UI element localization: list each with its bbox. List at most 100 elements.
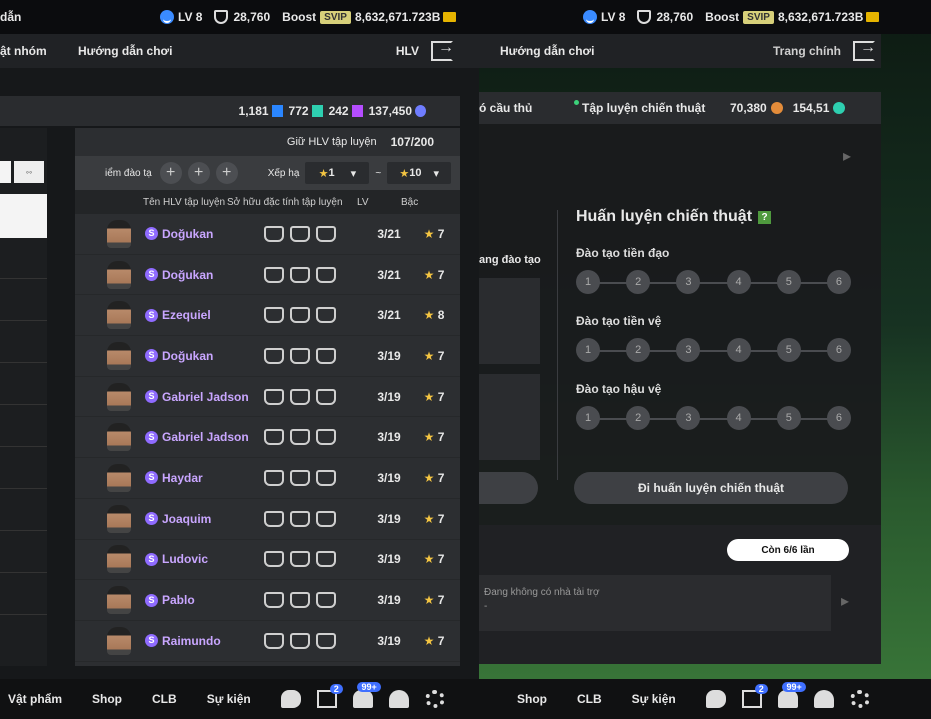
boost-stat[interactable]: Boost SVIP 8,632,671.723B bbox=[282, 10, 457, 24]
table-row[interactable]: S Pablo 3/19 ★ 7 bbox=[75, 580, 460, 621]
nav-shop[interactable]: Shop bbox=[92, 692, 122, 706]
add-filter-button[interactable]: + bbox=[187, 162, 210, 184]
table-row[interactable]: S Gabriel Jadson 3/19 ★ 7 bbox=[75, 377, 460, 418]
table-row[interactable]: S Doğukan 3/21 ★ 7 bbox=[75, 255, 460, 296]
chat-icon[interactable] bbox=[280, 690, 301, 708]
training-step[interactable]: 4 bbox=[726, 338, 751, 362]
rank-to-dropdown[interactable]: ★ 10 ▾ bbox=[387, 162, 452, 184]
table-row[interactable]: S Ezequiel 3/21 ★ 8 bbox=[75, 295, 460, 337]
training-step[interactable]: 1 bbox=[576, 338, 600, 362]
coach-avatar bbox=[107, 423, 131, 452]
tab-tactics[interactable]: Tập luyện chiến thuật bbox=[582, 101, 730, 115]
training-step[interactable]: 3 bbox=[676, 270, 701, 294]
nav-club[interactable]: CLB bbox=[577, 692, 602, 706]
tab-players[interactable]: ó cầu thủ bbox=[479, 101, 574, 115]
coach-name: Joaquim bbox=[162, 511, 212, 526]
level-icon bbox=[583, 10, 597, 24]
training-step[interactable]: 4 bbox=[726, 270, 751, 294]
training-step[interactable]: 5 bbox=[776, 406, 801, 430]
training-step[interactable]: 6 bbox=[826, 338, 851, 362]
profile-icon[interactable] bbox=[388, 690, 409, 708]
right-screen: LV 8 28,760 Boost SVIP 8,632,671.723B Hướn… bbox=[479, 0, 931, 719]
nav-shop[interactable]: Shop bbox=[517, 692, 547, 706]
training-step[interactable]: 2 bbox=[626, 406, 651, 430]
player-slot[interactable] bbox=[479, 374, 540, 460]
trait-icon bbox=[290, 429, 310, 446]
home-icon[interactable]: 2 bbox=[316, 684, 343, 708]
training-step[interactable]: 2 bbox=[626, 270, 651, 294]
table-row[interactable]: S Ludovic 3/19 ★ 7 bbox=[75, 540, 460, 581]
home-icon[interactable]: 2 bbox=[741, 684, 768, 708]
training-step[interactable]: 2 bbox=[626, 338, 651, 362]
training-step[interactable]: 5 bbox=[776, 338, 801, 362]
training-step[interactable]: 3 bbox=[676, 338, 701, 362]
nav-guide-tab[interactable]: Hướng dẫn chơi bbox=[78, 44, 172, 58]
coach-avatar bbox=[107, 586, 131, 615]
chat-icon[interactable] bbox=[705, 690, 726, 708]
profile-icon[interactable] bbox=[813, 690, 834, 708]
nav-home-tab[interactable]: Trang chính bbox=[773, 44, 841, 58]
go-training-button[interactable]: Đi huấn luyện chiến thuật bbox=[574, 472, 848, 504]
bell-icon[interactable]: 99+ bbox=[777, 682, 806, 708]
player-slot[interactable] bbox=[479, 278, 540, 364]
coach-level: 3/21 bbox=[377, 267, 401, 282]
filter-bar: iểm đào tạ + + + Xếp hạ ★ 1 ▾ ~ ★ 10 ▾ bbox=[75, 156, 460, 190]
table-row[interactable]: S Joaquim 3/19 ★ 7 bbox=[75, 499, 460, 540]
coach-rank: ★ 7 bbox=[423, 511, 445, 526]
nav-events[interactable]: Sự kiện bbox=[207, 692, 251, 706]
tactical-training: Huấn luyện chiến thuật? Đào tạo tiền đạo… bbox=[576, 208, 856, 430]
bell-icon[interactable]: 99+ bbox=[352, 682, 381, 708]
side-input[interactable] bbox=[0, 161, 11, 183]
remaining-count-button[interactable]: Còn 6/6 lần bbox=[727, 539, 849, 561]
training-step[interactable]: 1 bbox=[576, 406, 600, 430]
add-filter-button[interactable]: + bbox=[215, 162, 238, 184]
training-step[interactable]: 3 bbox=[676, 406, 701, 430]
table-row[interactable]: S Doğukan 3/21 ★ 7 bbox=[75, 214, 460, 255]
training-step[interactable]: 6 bbox=[826, 270, 851, 294]
side-toggle-icon[interactable]: ◦◦ bbox=[14, 161, 44, 183]
table-row[interactable]: S Gabriel Jadson 3/19 ★ 7 bbox=[75, 417, 460, 459]
training-steps: 1 2 3 4 5 6 bbox=[576, 406, 851, 430]
nav-items[interactable]: Vật phẩm bbox=[8, 692, 62, 706]
add-filter-button[interactable]: + bbox=[159, 162, 182, 184]
side-box[interactable] bbox=[0, 194, 47, 238]
exit-icon[interactable] bbox=[853, 39, 876, 61]
nav-guide-tab[interactable]: Hướng dẫn chơi bbox=[500, 44, 594, 58]
exit-icon[interactable] bbox=[431, 39, 454, 61]
coach-name: Doğukan bbox=[162, 226, 214, 241]
trait-icon bbox=[290, 469, 310, 486]
trait-icon bbox=[264, 510, 284, 527]
token-icon bbox=[415, 105, 426, 117]
nav-group-tab[interactable]: ật nhóm bbox=[0, 44, 78, 58]
table-row[interactable]: S Doğukan 3/19 ★ 7 bbox=[75, 336, 460, 377]
boost-stat[interactable]: Boost SVIP 8,632,671.723B bbox=[705, 10, 880, 24]
trait-icon bbox=[290, 225, 310, 242]
chevron-right-icon[interactable]: ▸ bbox=[841, 591, 849, 611]
nav-hlv-tab[interactable]: HLV bbox=[396, 44, 419, 58]
nav-club[interactable]: CLB bbox=[152, 692, 177, 706]
chevron-right-icon[interactable]: ▸ bbox=[843, 146, 851, 166]
side-panel: ◦◦ bbox=[0, 128, 47, 666]
left-action-button[interactable] bbox=[479, 472, 538, 504]
gear-icon[interactable] bbox=[849, 690, 870, 708]
coach-level: 3/21 bbox=[377, 226, 401, 241]
trait-icon bbox=[264, 592, 284, 609]
coin-icon bbox=[443, 12, 457, 22]
table-row[interactable]: S Raimundo 3/19 ★ 7 bbox=[75, 621, 460, 662]
nav-events[interactable]: Sự kiện bbox=[632, 692, 676, 706]
coach-name: Haydar bbox=[162, 470, 203, 485]
training-step[interactable]: 6 bbox=[826, 406, 851, 430]
special-badge-icon: S bbox=[145, 593, 158, 607]
coach-rank: ★ 7 bbox=[423, 552, 445, 567]
help-icon[interactable]: ? bbox=[758, 210, 772, 224]
training-step[interactable]: 1 bbox=[576, 270, 600, 294]
coach-rank: ★ 7 bbox=[423, 633, 445, 648]
training-step[interactable]: 5 bbox=[776, 270, 801, 294]
training-step[interactable]: 4 bbox=[726, 406, 751, 430]
rank-from-dropdown[interactable]: ★ 1 ▾ bbox=[305, 162, 370, 184]
special-badge-icon: S bbox=[145, 430, 158, 444]
training-group-label: Đào tạo hậu vệ bbox=[576, 382, 662, 396]
gear-icon[interactable] bbox=[424, 690, 445, 708]
coach-name: Gabriel Jadson bbox=[162, 430, 249, 445]
table-row[interactable]: S Haydar 3/19 ★ 7 bbox=[75, 458, 460, 499]
